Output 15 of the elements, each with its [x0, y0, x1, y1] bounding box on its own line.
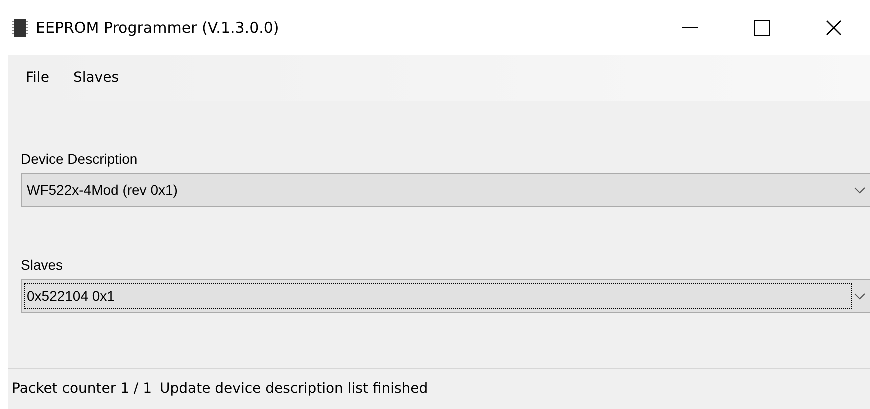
- chip-icon: [12, 18, 28, 36]
- chevron-icon: [854, 292, 866, 300]
- dropdown-field[interactable]: WF522x-4Mod (rev 0x1): [21, 173, 870, 207]
- field-label: Device Description: [21, 151, 138, 167]
- window-title: EEPROM Programmer (V.1.3.0.0): [36, 18, 280, 36]
- status-message: Update device description list finished: [160, 381, 428, 397]
- menu-item[interactable]: Slaves: [73, 66, 127, 90]
- close-icon: [826, 20, 842, 36]
- menu-item[interactable]: File: [26, 66, 58, 90]
- chevron-icon: [854, 186, 866, 194]
- minimize-icon: [682, 26, 698, 28]
- dropdown-field[interactable]: 0x522104 0x1: [21, 279, 870, 313]
- maximize-icon: [754, 20, 770, 36]
- status-counter: Packet counter 1 / 1: [12, 381, 152, 397]
- field-label: Slaves: [21, 257, 64, 273]
